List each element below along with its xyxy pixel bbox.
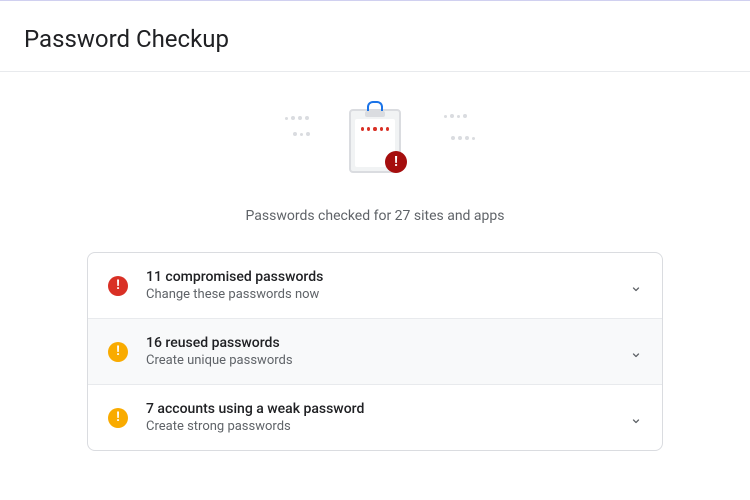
decorative-dots (451, 136, 475, 140)
card-text: 11 compromised passwords Change these pa… (146, 269, 612, 302)
chevron-down-icon (630, 346, 642, 358)
decorative-dots (285, 116, 309, 120)
card-title: 11 compromised passwords (146, 269, 612, 285)
hero-illustration: ! (265, 96, 485, 186)
clipboard-icon: ! (349, 109, 401, 173)
chevron-down-icon (630, 280, 642, 292)
card-title: 16 reused passwords (146, 335, 612, 351)
card-compromised-passwords[interactable]: ! 11 compromised passwords Change these … (88, 253, 662, 318)
card-subtitle: Change these passwords now (146, 287, 612, 302)
alert-icon: ! (108, 276, 128, 296)
card-text: 16 reused passwords Create unique passwo… (146, 335, 612, 368)
page-title: Password Checkup (24, 25, 726, 53)
page-header: Password Checkup (0, 1, 750, 72)
card-weak-passwords[interactable]: ! 7 accounts using a weak password Creat… (88, 384, 662, 450)
card-title: 7 accounts using a weak password (146, 401, 612, 417)
warning-icon: ! (108, 408, 128, 428)
warning-icon: ! (108, 342, 128, 362)
card-text: 7 accounts using a weak password Create … (146, 401, 612, 434)
chevron-down-icon (630, 412, 642, 424)
decorative-dots (444, 114, 467, 118)
card-subtitle: Create strong passwords (146, 419, 612, 434)
decorative-dots (293, 132, 310, 136)
alert-badge-icon: ! (385, 151, 407, 173)
main-content: ! Passwords checked for 27 sites and app… (0, 72, 750, 451)
card-reused-passwords[interactable]: ! 16 reused passwords Create unique pass… (88, 318, 662, 384)
results-list: ! 11 compromised passwords Change these … (87, 252, 663, 451)
summary-text: Passwords checked for 27 sites and apps (246, 208, 505, 224)
card-subtitle: Create unique passwords (146, 353, 612, 368)
